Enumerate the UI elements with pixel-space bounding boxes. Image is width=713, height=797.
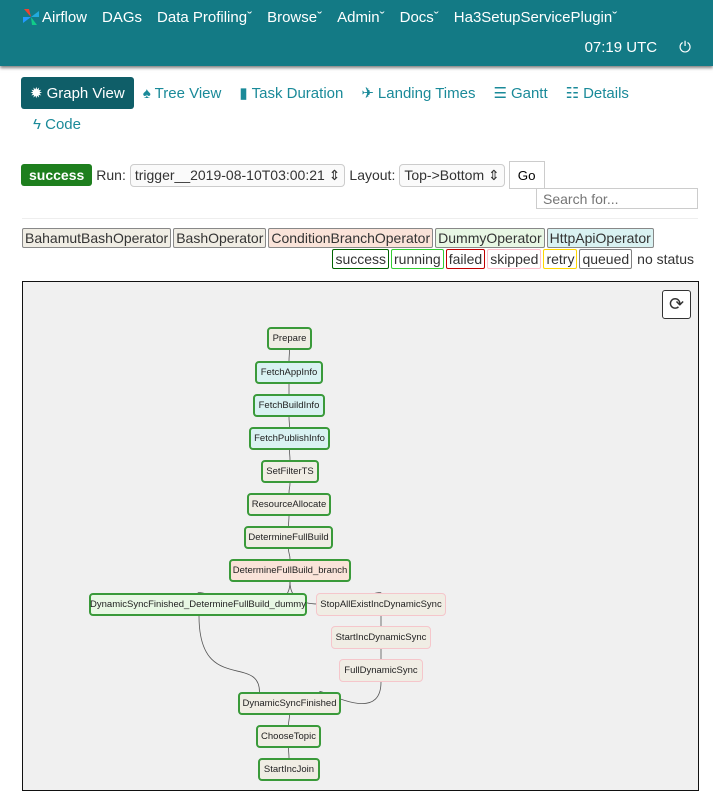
task-node[interactable]: Prepare: [267, 327, 312, 350]
state-legend-item[interactable]: no status: [634, 249, 697, 269]
search-input[interactable]: [536, 188, 698, 209]
tab-label: Landing Times: [377, 84, 476, 102]
pinwheel-icon: [23, 9, 39, 25]
state-legend: success running failed skipped retry queued no…: [332, 249, 697, 269]
operator-legend-item: BahamutBashOperator: [22, 228, 172, 248]
tab-label: Code: [45, 116, 81, 133]
tab-graph-view[interactable]: ✹ Graph View: [21, 77, 134, 109]
power-icon[interactable]: ⏻: [679, 39, 691, 56]
tree-icon: ♠: [142, 84, 151, 102]
divider: [22, 218, 698, 219]
task-node[interactable]: FetchPublishInfo: [249, 427, 330, 450]
graph-edge: [198, 615, 260, 693]
state-legend-item[interactable]: queued: [579, 249, 633, 269]
nav-admin[interactable]: Adminˇ: [337, 9, 385, 26]
graph-edge: [288, 482, 291, 494]
run-label: Run:: [96, 167, 126, 183]
operator-legend-item: ConditionBranchOperator: [268, 228, 434, 248]
graph-edge: [288, 747, 290, 759]
refresh-button[interactable]: ⟳: [662, 290, 691, 319]
nav-plugin[interactable]: Ha3SetupServicePluginˇ: [454, 9, 617, 26]
state-legend-item[interactable]: running: [391, 249, 444, 269]
tab-label: Tree View: [154, 84, 222, 102]
bolt-icon: ϟ: [33, 116, 41, 133]
tab-code[interactable]: ϟ Code: [33, 116, 81, 133]
operator-legend-item: DummyOperator: [435, 228, 545, 248]
state-legend-item[interactable]: success: [332, 249, 390, 269]
graph-edges: [197, 349, 382, 759]
navbar: Airflow DAGs Data Profilingˇ Browseˇ Adm…: [0, 0, 713, 66]
task-node[interactable]: StartIncJoin: [258, 758, 320, 781]
go-button[interactable]: Go: [508, 161, 545, 189]
task-node[interactable]: FullDynamicSync: [339, 659, 423, 682]
tab-label: Gantt: [510, 84, 548, 102]
graph-edge: [288, 349, 290, 362]
task-node[interactable]: DetermineFullBuild_branch: [229, 559, 351, 582]
task-node[interactable]: DetermineFullBuild: [244, 526, 333, 549]
tab-label: Details: [583, 84, 629, 102]
layout-label: Layout:: [349, 167, 396, 183]
task-node[interactable]: FetchAppInfo: [255, 361, 323, 384]
tab-label: Task Duration: [251, 84, 344, 102]
layout-value: Top->Bottom: [404, 166, 485, 183]
layout-select[interactable]: Top->Bottom ⇕: [399, 163, 505, 187]
tab-tree-view[interactable]: ♠ Tree View: [134, 77, 231, 109]
task-node[interactable]: StopAllExistIncDynamicSync: [316, 593, 446, 616]
state-legend-item[interactable]: failed: [445, 249, 486, 269]
graph-edge: [288, 515, 290, 527]
task-node[interactable]: DynamicSyncFinished: [238, 692, 341, 715]
run-select[interactable]: trigger__2019-08-10T03:00:21 ⇕: [129, 163, 346, 187]
tab-landing-times[interactable]: ✈ Landing Times: [352, 77, 484, 109]
graph-edge: [288, 416, 290, 428]
operator-legend-item: BashOperator: [173, 228, 267, 248]
run-value: trigger__2019-08-10T03:00:21: [134, 166, 325, 183]
state-legend-item[interactable]: retry: [543, 249, 578, 269]
graph-edge: [288, 548, 291, 560]
list-icon: ☷: [565, 85, 580, 102]
airflow-logo[interactable]: Airflow: [22, 8, 87, 26]
nav-dags[interactable]: DAGs: [102, 9, 142, 26]
refresh-icon: ⟳: [668, 294, 685, 314]
dag-run-state-badge: success: [21, 164, 93, 186]
plane-icon: ✈: [361, 85, 374, 102]
nav-data-profiling[interactable]: Data Profilingˇ: [157, 9, 252, 26]
view-tabs: ✹ Graph View ♠ Tree View ▮ Task Duration ✈ L…: [21, 77, 638, 109]
tab-details[interactable]: ☷ Details: [557, 77, 638, 109]
nav-docs[interactable]: Docsˇ: [400, 9, 439, 26]
utc-clock: 07:19 UTC: [584, 39, 658, 56]
task-node[interactable]: ResourceAllocate: [247, 493, 331, 516]
task-node[interactable]: SetFilterTS: [261, 460, 319, 483]
nav-browse[interactable]: Browseˇ: [267, 9, 322, 26]
asterisk-icon: ✹: [30, 85, 43, 102]
operator-legend: BahamutBashOperator BashOperator Condition…: [22, 228, 654, 248]
graph-edge: [288, 714, 290, 726]
graph-edge: [289, 449, 291, 461]
task-node[interactable]: ChooseTopic: [256, 725, 321, 748]
tab-label: Graph View: [46, 84, 125, 102]
brand-name: Airflow: [42, 8, 88, 26]
task-node[interactable]: StartIncDynamicSync: [331, 626, 431, 649]
run-controls: success Run: trigger__2019-08-10T03:00:2…: [21, 161, 545, 189]
align-left-icon: ☰: [493, 85, 507, 102]
dag-graph[interactable]: ⟳ Prepare FetchAppInfo FetchBuildInfo Fetch…: [22, 281, 699, 791]
tab-gantt[interactable]: ☰ Gantt: [484, 77, 556, 109]
bar-chart-icon: ▮: [239, 85, 248, 102]
tab-task-duration[interactable]: ▮ Task Duration: [230, 77, 352, 109]
state-legend-item[interactable]: skipped: [487, 249, 542, 269]
task-node[interactable]: DynamicSyncFinished_DetermineFullBuild_d…: [89, 593, 307, 616]
task-node[interactable]: FetchBuildInfo: [253, 394, 325, 417]
operator-legend-item: HttpApiOperator: [546, 228, 654, 248]
